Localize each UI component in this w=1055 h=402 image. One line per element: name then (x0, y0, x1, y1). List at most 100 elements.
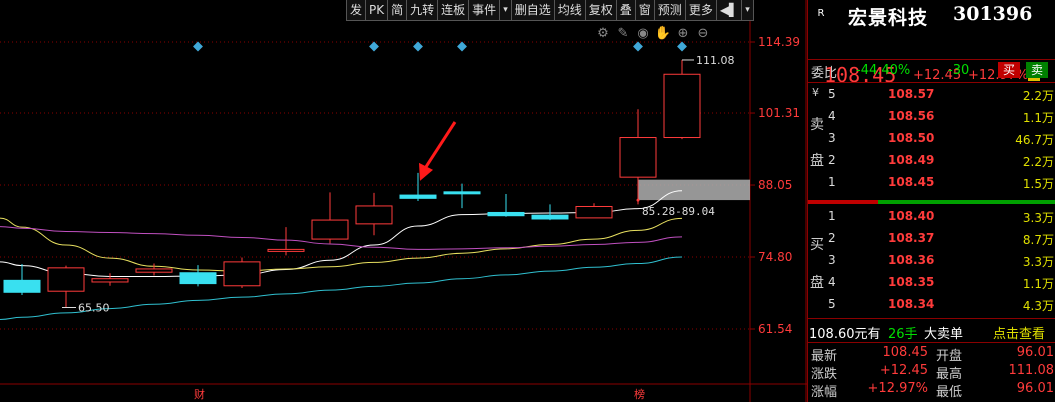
bids-level-row[interactable]: 5 108.34 4.3万 (808, 294, 1055, 315)
candle-body[interactable] (443, 191, 481, 195)
event-marker-icon[interactable] (633, 41, 643, 52)
candle-body[interactable] (311, 219, 349, 240)
asks-price: 108.56 (888, 109, 935, 123)
bids-level: 1 (828, 209, 836, 223)
toolbar-button[interactable]: PK (365, 0, 389, 21)
candle-body[interactable] (575, 205, 613, 219)
tick-price: 108.60元有 (809, 327, 881, 342)
asks-level-row[interactable]: 3 108.50 46.7万 (808, 128, 1055, 149)
high-price-label: 111.08 (696, 54, 735, 67)
price-range-label: 85.28-89.04 (642, 205, 715, 218)
toolbar-button[interactable]: 叠 (615, 0, 636, 21)
asks-level: 2 (828, 153, 836, 167)
toolbar-button[interactable]: 预测 (653, 0, 686, 21)
hand-icon[interactable]: ✋ (655, 25, 671, 41)
stock-name[interactable]: 宏景科技 (848, 3, 928, 30)
candle-body[interactable] (135, 268, 173, 273)
sell-button[interactable]: 卖 (1026, 62, 1048, 78)
stats-row: 涨跌 +12.45 最高 111.08 (808, 362, 1055, 382)
panel-collapse-icon[interactable]: ◀▌ (715, 0, 743, 21)
bids-level-row[interactable]: 4 108.35 1.1万 (808, 272, 1055, 293)
kline-chart[interactable]: 114.39 101.31 88.05 74.80 61.54 85.28-89.04 11… (0, 0, 807, 402)
toolbar-button[interactable]: 删自选 (510, 0, 555, 21)
bids-level-row[interactable]: 1 108.40 3.3万 (808, 206, 1055, 227)
bids-price: 108.40 (888, 209, 935, 223)
candle-body[interactable] (223, 261, 261, 287)
toolbar-button[interactable]: 均线 (553, 0, 586, 21)
toolbar-button[interactable]: 窗 (634, 0, 655, 21)
y-tick-label: 61.54 (758, 322, 792, 336)
menu-dropdown-icon[interactable]: ▾ (741, 0, 754, 21)
asks-level-row[interactable]: 2 108.49 2.2万 (808, 150, 1055, 171)
tick-hands: 26手 (888, 327, 918, 342)
quote-panel: R 宏景科技 301396 108.45 +12.45 +12.97% 注 委比… (807, 0, 1055, 402)
eye-icon[interactable]: ◉ (637, 26, 648, 41)
candle-body[interactable] (267, 248, 305, 252)
time-event-label[interactable]: 榜 (634, 387, 645, 401)
order-ratio-row: 委比 -44.40% -30 买 卖 (808, 60, 1055, 82)
asks-level: 3 (828, 131, 836, 145)
asks-level-row[interactable]: 4 108.56 1.1万 (808, 106, 1055, 127)
asks-vol: 2.2万 (1022, 89, 1054, 103)
y-tick-label: 88.05 (758, 178, 792, 192)
stats-value: +12.97% (867, 381, 928, 396)
stats-value: +12.45 (879, 363, 928, 378)
y-tick-label: 114.39 (758, 35, 800, 49)
zoom-in-icon[interactable]: ⊕ (678, 26, 689, 41)
stats-row: 最新 108.45 开盘 96.01 (808, 344, 1055, 364)
event-marker-icon[interactable] (457, 41, 467, 52)
bids-price: 108.37 (888, 231, 935, 245)
asks-level-row[interactable]: 1 108.45 1.5万 (808, 172, 1055, 193)
y-tick-label: 74.80 (758, 250, 792, 264)
view-details-link[interactable]: 点击查看 (993, 323, 1045, 342)
bids-price: 108.36 (888, 253, 935, 267)
event-marker-icon[interactable] (677, 41, 687, 52)
buy-button[interactable]: 买 (998, 62, 1020, 78)
divider (808, 318, 1055, 319)
zoom-out-icon[interactable]: ⊖ (698, 26, 709, 41)
asks-price: 108.57 (888, 87, 935, 101)
bids-vol: 8.7万 (1022, 233, 1054, 247)
candle-body[interactable] (619, 137, 657, 178)
stats-label: 最低 (936, 385, 963, 400)
bids-level: 5 (828, 297, 836, 311)
stats-value: 108.45 (882, 345, 929, 360)
candle-body[interactable] (179, 272, 217, 285)
candle-body[interactable] (531, 214, 569, 220)
toolbar-button[interactable]: 事件 (468, 0, 501, 21)
toolbar-button[interactable]: 发 (346, 0, 367, 21)
asks-vol: 1.1万 (1022, 111, 1054, 125)
candle-body[interactable] (91, 278, 129, 283)
event-marker-icon[interactable] (369, 41, 379, 52)
toolbar-button[interactable]: 简 (387, 0, 408, 21)
divider (808, 82, 1055, 83)
chart-toolbar: 发 PK 简九转 连板 事件 ▾ 删自选 均线 复权叠窗预测 更多 ◀▌ ▾ (346, 0, 754, 22)
toolbar-button[interactable]: 连板 (437, 0, 470, 21)
toolbar-button[interactable]: 九转 (406, 0, 439, 21)
toolbar-button[interactable]: 复权 (584, 0, 617, 21)
candle-body[interactable] (47, 267, 85, 292)
candle-body[interactable] (355, 205, 393, 225)
bids-vol: 4.3万 (1022, 299, 1054, 313)
order-ratio-value: -44.40% (856, 63, 911, 78)
draw-pen-icon[interactable]: ✎ (618, 26, 629, 41)
candle-body[interactable] (663, 73, 701, 139)
stats-label: 涨幅 (811, 385, 838, 400)
bids-level-row[interactable]: 2 108.37 8.7万 (808, 228, 1055, 249)
event-marker-icon[interactable] (413, 41, 423, 52)
time-event-label[interactable]: 财 (194, 387, 205, 401)
asks-vol: 46.7万 (1015, 133, 1054, 147)
asks-level: 5 (828, 87, 836, 101)
event-marker-icon[interactable] (193, 41, 203, 52)
order-ratio-label: 委比 (811, 66, 838, 81)
asks-level-row[interactable]: 5 108.57 2.2万 (808, 84, 1055, 105)
candle-body[interactable] (487, 211, 525, 217)
settings-icon[interactable]: ⚙ (597, 26, 609, 41)
bids-level-row[interactable]: 3 108.36 3.3万 (808, 250, 1055, 271)
divider (808, 342, 1055, 343)
trade-tick-row[interactable]: 108.60元有 26手 大卖单 点击查看 (808, 320, 1055, 342)
stock-code[interactable]: 301396 (953, 3, 1032, 25)
toolbar-button[interactable]: 更多 (684, 0, 717, 21)
candle-body[interactable] (3, 279, 41, 293)
candle-body[interactable] (399, 194, 437, 199)
